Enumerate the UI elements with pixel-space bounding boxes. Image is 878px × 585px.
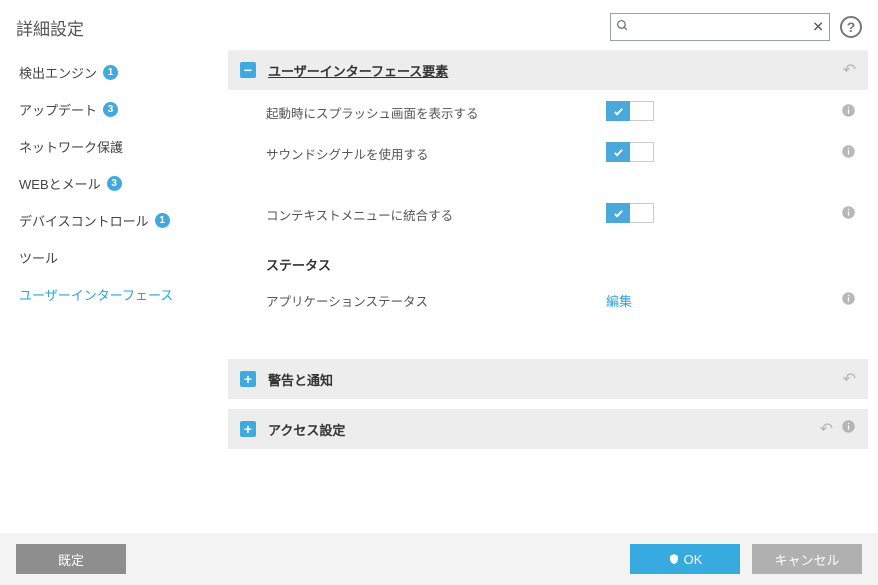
toggle-splash[interactable] xyxy=(606,101,654,121)
content: − ユーザーインターフェース要素 ↶ 起動時にスプラッシュ画面を表示する サウン… xyxy=(228,50,878,530)
badge: 3 xyxy=(103,102,118,117)
checkmark-icon xyxy=(606,101,630,121)
default-button[interactable]: 既定 xyxy=(16,544,126,574)
toggle-context-menu[interactable] xyxy=(606,203,654,223)
row-label: アプリケーションステータス xyxy=(266,291,606,310)
search-icon xyxy=(616,19,629,35)
help-icon[interactable]: ? xyxy=(840,16,862,38)
section-title: アクセス設定 xyxy=(268,420,345,439)
sidebar-item-update[interactable]: アップデート 3 xyxy=(0,91,228,128)
sidebar-item-label: アップデート xyxy=(19,100,97,119)
sidebar-item-label: 検出エンジン xyxy=(19,63,97,82)
sidebar-item-label: ネットワーク保護 xyxy=(19,137,123,156)
info-icon[interactable] xyxy=(841,103,856,122)
undo-icon[interactable]: ↶ xyxy=(843,369,856,389)
section-access[interactable]: + アクセス設定 ↶ xyxy=(228,409,868,449)
expand-icon: + xyxy=(240,421,256,437)
sidebar-item-network[interactable]: ネットワーク保護 xyxy=(0,128,228,165)
edit-link[interactable]: 編集 xyxy=(606,294,632,309)
sidebar-item-tools[interactable]: ツール xyxy=(0,239,228,276)
sidebar-item-label: ツール xyxy=(19,248,58,267)
expand-icon: + xyxy=(240,371,256,387)
ok-label: OK xyxy=(684,552,703,567)
collapse-icon: − xyxy=(240,62,256,78)
ok-button[interactable]: OK xyxy=(630,544,740,574)
checkmark-icon xyxy=(606,142,630,162)
sidebar: 検出エンジン 1 アップデート 3 ネットワーク保護 WEBとメール 3 デバイ… xyxy=(0,50,228,530)
status-heading: ステータス xyxy=(228,235,868,282)
badge: 3 xyxy=(107,176,122,191)
info-icon[interactable] xyxy=(841,205,856,224)
row-label: コンテキストメニューに統合する xyxy=(266,205,606,224)
info-icon[interactable] xyxy=(841,291,856,310)
footer: 既定 OK キャンセル xyxy=(0,533,878,585)
badge: 1 xyxy=(103,65,118,80)
shield-icon xyxy=(668,553,680,565)
page-title: 詳細設定 xyxy=(16,15,84,40)
row-app-status: アプリケーションステータス 編集 xyxy=(228,282,868,319)
sidebar-item-ui[interactable]: ユーザーインターフェース xyxy=(0,276,228,313)
sidebar-item-webmail[interactable]: WEBとメール 3 xyxy=(0,165,228,202)
row-splash: 起動時にスプラッシュ画面を表示する xyxy=(228,92,868,133)
sidebar-item-device-control[interactable]: デバイスコントロール 1 xyxy=(0,202,228,239)
undo-icon[interactable]: ↶ xyxy=(820,419,833,439)
section-alerts[interactable]: + 警告と通知 ↶ xyxy=(228,359,868,399)
info-icon[interactable] xyxy=(841,144,856,163)
close-icon[interactable]: ✕ xyxy=(812,19,824,36)
sidebar-item-label: WEBとメール xyxy=(19,174,101,193)
row-label: 起動時にスプラッシュ画面を表示する xyxy=(266,103,606,122)
search-input[interactable] xyxy=(610,13,830,41)
search-field[interactable]: ✕ xyxy=(610,13,830,41)
undo-icon[interactable]: ↶ xyxy=(843,60,856,80)
badge: 1 xyxy=(155,213,170,228)
sidebar-item-detection[interactable]: 検出エンジン 1 xyxy=(0,54,228,91)
checkmark-icon xyxy=(606,203,630,223)
section-title: ユーザーインターフェース要素 xyxy=(268,61,448,80)
cancel-button[interactable]: キャンセル xyxy=(752,544,862,574)
row-label: サウンドシグナルを使用する xyxy=(266,144,606,163)
info-icon[interactable] xyxy=(841,419,856,439)
section-title: 警告と通知 xyxy=(268,370,333,389)
sidebar-item-label: デバイスコントロール xyxy=(19,211,149,230)
row-context-menu: コンテキストメニューに統合する xyxy=(228,194,868,235)
toggle-sound[interactable] xyxy=(606,142,654,162)
sidebar-item-label: ユーザーインターフェース xyxy=(19,285,173,304)
row-sound: サウンドシグナルを使用する xyxy=(228,133,868,174)
section-ui-elements[interactable]: − ユーザーインターフェース要素 ↶ xyxy=(228,50,868,90)
